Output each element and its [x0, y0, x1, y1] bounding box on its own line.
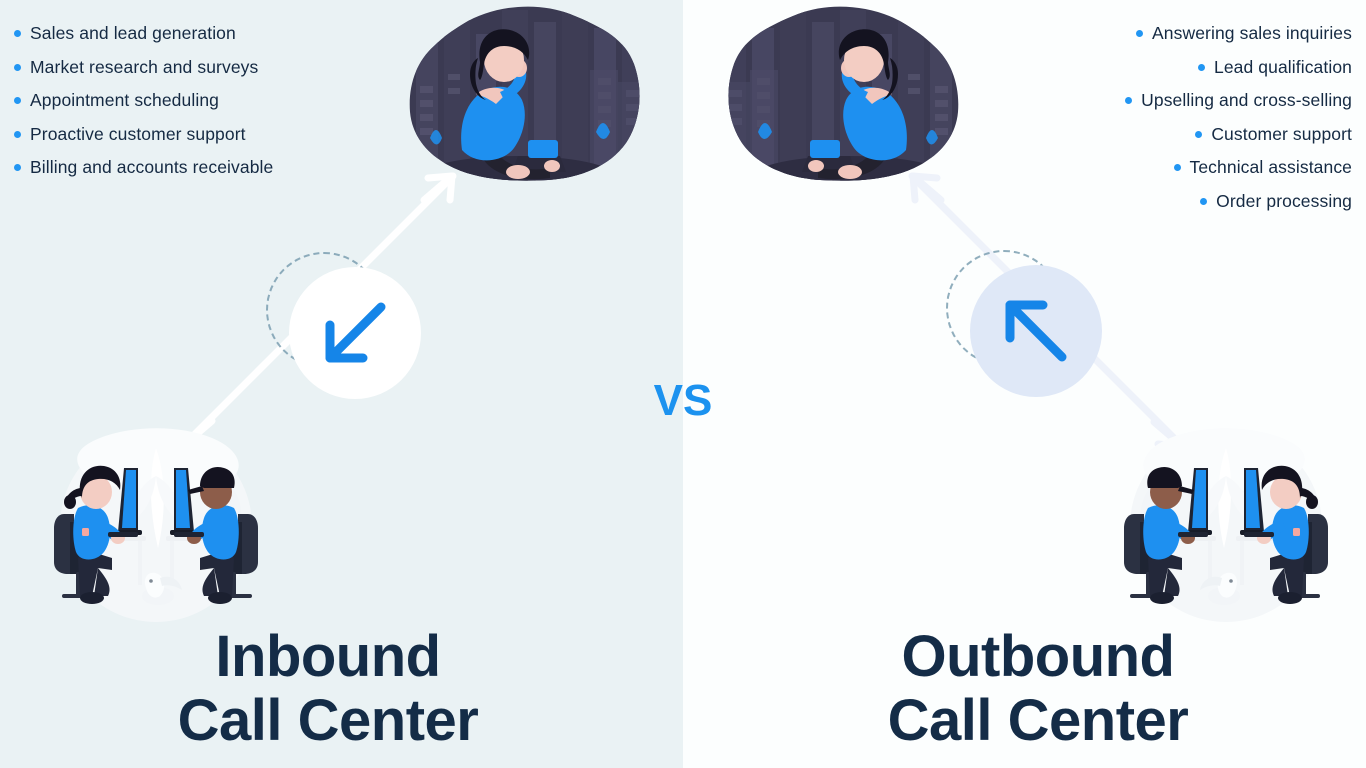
inbound-direction-badge[interactable] — [289, 267, 421, 399]
outbound-title-line2: Call Center — [887, 688, 1189, 753]
list-item: Upselling and cross-selling — [932, 89, 1352, 111]
list-item: Sales and lead generation — [14, 22, 434, 44]
outbound-title: Outbound Call Center — [710, 625, 1366, 753]
list-item: Answering sales inquiries — [932, 22, 1352, 44]
right-top-illustration — [728, 6, 959, 181]
list-item-label: Proactive customer support — [30, 123, 246, 144]
inbound-title-line1: Inbound — [215, 624, 441, 689]
inbound-title: Inbound Call Center — [0, 625, 656, 753]
outbound-feature-list: Answering sales inquiries Lead qualifica… — [932, 22, 1352, 223]
bullet-dot-icon — [1136, 30, 1144, 37]
bullet-dot-icon — [14, 130, 21, 138]
list-item: Order processing — [932, 190, 1352, 212]
left-bottom-illustration — [54, 428, 258, 622]
list-item-label: Billing and accounts receivable — [30, 157, 274, 177]
list-item-label: Sales and lead generation — [30, 23, 236, 43]
list-item-label: Lead qualification — [1213, 56, 1352, 77]
bullet-dot-icon — [1125, 97, 1133, 104]
left-top-illustration — [409, 6, 640, 181]
bullet-dot-icon — [1200, 197, 1208, 205]
list-item: Proactive customer support — [14, 123, 434, 145]
list-item: Billing and accounts receivable — [14, 156, 434, 178]
infographic-canvas: Sales and lead generation Market researc… — [0, 0, 1366, 768]
bullet-dot-icon — [14, 30, 21, 37]
inbound-feature-list: Sales and lead generation Market researc… — [14, 22, 434, 190]
right-bottom-illustration — [1124, 428, 1328, 622]
list-item: Technical assistance — [932, 156, 1352, 178]
bullet-dot-icon — [14, 63, 21, 71]
versus-label: VS — [653, 376, 713, 425]
bullet-dot-icon — [14, 164, 21, 171]
arrow-up-left-icon — [1005, 300, 1067, 362]
list-item-label: Upselling and cross-selling — [1141, 90, 1352, 110]
bullet-dot-icon — [1173, 164, 1181, 171]
inbound-title-line2: Call Center — [177, 688, 479, 753]
bullet-dot-icon — [14, 97, 21, 104]
bullet-dot-icon — [1197, 63, 1205, 71]
list-item-label: Answering sales inquiries — [1152, 23, 1352, 43]
outbound-title-line1: Outbound — [901, 624, 1175, 689]
list-item: Market research and surveys — [14, 56, 434, 78]
bullet-dot-icon — [1195, 130, 1203, 138]
list-item: Lead qualification — [932, 56, 1352, 78]
list-item-label: Order processing — [1216, 190, 1352, 211]
list-item-label: Technical assistance — [1189, 157, 1352, 177]
list-item: Customer support — [932, 123, 1352, 145]
list-item-label: Customer support — [1211, 123, 1352, 144]
list-item: Appointment scheduling — [14, 89, 434, 111]
list-item-label: Market research and surveys — [30, 56, 259, 77]
arrow-down-left-icon — [325, 302, 386, 363]
list-item-label: Appointment scheduling — [30, 90, 219, 110]
outbound-direction-badge[interactable] — [970, 265, 1102, 397]
